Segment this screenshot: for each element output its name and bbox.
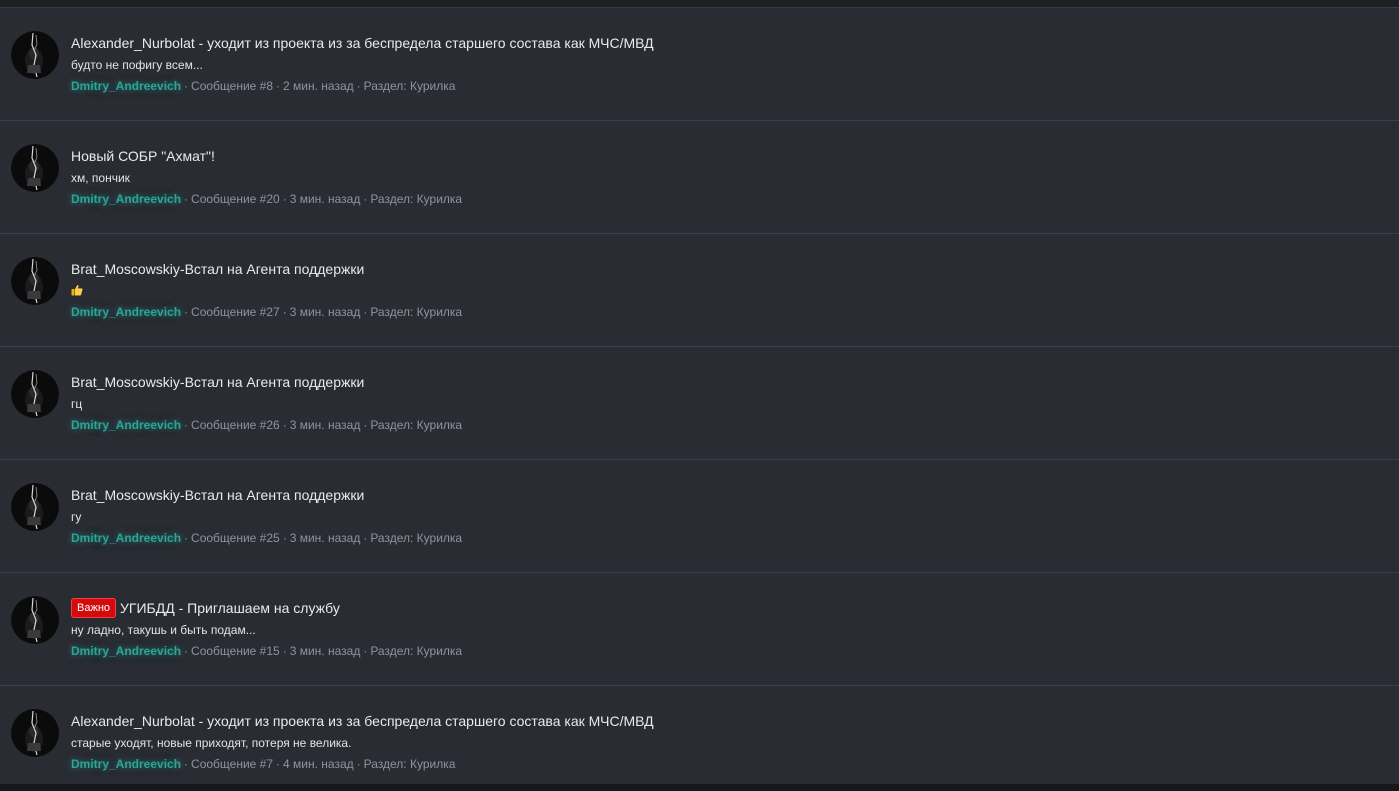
section-link[interactable]: Раздел: Курилка xyxy=(364,79,456,93)
timestamp: 4 мин. назад xyxy=(283,757,354,771)
author-link[interactable]: Dmitry_Andreevich xyxy=(71,757,181,771)
meta-separator: · xyxy=(184,192,189,206)
thread-title[interactable]: Brat_Moscowskiy-Встал на Агента поддержк… xyxy=(71,374,364,390)
message-snippet: хм, пончик xyxy=(71,171,130,185)
section-link[interactable]: Раздел: Курилка xyxy=(370,305,462,319)
meta-separator: · xyxy=(184,418,189,432)
message-snippet: гц xyxy=(71,397,83,411)
message-link[interactable]: Сообщение #8 xyxy=(191,79,273,93)
meta-separator: · xyxy=(356,79,361,93)
timestamp: 3 мин. назад xyxy=(289,531,361,545)
feed-item: Brat_Moscowskiy-Встал на Агента поддержк… xyxy=(0,460,1399,573)
meta-separator: · xyxy=(282,192,287,206)
meta-separator: · xyxy=(282,418,287,432)
author-link[interactable]: Dmitry_Andreevich xyxy=(71,644,181,658)
message-snippet: ну ладно, такушь и быть подам... xyxy=(71,623,256,637)
author-link[interactable]: Dmitry_Andreevich xyxy=(71,418,181,432)
meta-separator: · xyxy=(184,531,189,545)
meta-separator: · xyxy=(276,757,281,771)
meta-separator: · xyxy=(363,305,368,319)
timestamp: 3 мин. назад xyxy=(289,192,361,206)
avatar[interactable] xyxy=(11,31,59,79)
feed-item: Alexander_Nurbolat - уходит из проекта и… xyxy=(0,686,1399,791)
thread-title[interactable]: Brat_Moscowskiy-Встал на Агента поддержк… xyxy=(71,487,364,503)
feed-item: Важно УГИБДД - Приглашаем на службу ну ла… xyxy=(0,573,1399,686)
important-badge: Важно xyxy=(71,598,117,618)
meta-separator: · xyxy=(363,531,368,545)
meta-separator: · xyxy=(363,192,368,206)
post-meta: Dmitry_Andreevich · Сообщение #27 · 3 мин. н… xyxy=(71,304,1379,321)
thread-title[interactable]: Brat_Moscowskiy-Встал на Агента поддержк… xyxy=(71,261,364,277)
meta-separator: · xyxy=(184,79,189,93)
avatar[interactable] xyxy=(11,144,59,192)
feed-item: Alexander_Nurbolat - уходит из проекта и… xyxy=(0,8,1399,121)
section-link[interactable]: Раздел: Курилка xyxy=(370,531,462,545)
meta-separator: · xyxy=(363,644,368,658)
post-meta: Dmitry_Andreevich · Сообщение #26 · 3 мин. н… xyxy=(71,417,1379,434)
avatar[interactable] xyxy=(11,370,59,418)
message-link[interactable]: Сообщение #15 xyxy=(191,644,280,658)
activity-feed: Alexander_Nurbolat - уходит из проекта и… xyxy=(0,8,1399,784)
timestamp: 3 мин. назад xyxy=(289,418,361,432)
message-link[interactable]: Сообщение #7 xyxy=(191,757,273,771)
message-link[interactable]: Сообщение #20 xyxy=(191,192,280,206)
bottom-divider xyxy=(0,784,1399,791)
meta-separator: · xyxy=(184,644,189,658)
avatar[interactable] xyxy=(11,709,59,757)
thread-title[interactable]: Новый СОБР "Ахмат"! xyxy=(71,148,215,164)
section-link[interactable]: Раздел: Курилка xyxy=(364,757,456,771)
avatar[interactable] xyxy=(11,483,59,531)
post-meta: Dmitry_Andreevich · Сообщение #25 · 3 мин. н… xyxy=(71,530,1379,547)
meta-separator: · xyxy=(282,531,287,545)
post-meta: Dmitry_Andreevich · Сообщение #20 · 3 мин. н… xyxy=(71,191,1379,208)
thumbs-up-icon xyxy=(71,284,83,296)
avatar[interactable] xyxy=(11,257,59,305)
avatar[interactable] xyxy=(11,596,59,644)
thread-title[interactable]: Alexander_Nurbolat - уходит из проекта и… xyxy=(71,35,654,51)
meta-separator: · xyxy=(356,757,361,771)
meta-separator: · xyxy=(363,418,368,432)
feed-item: Brat_Moscowskiy-Встал на Агента поддержк… xyxy=(0,234,1399,347)
message-snippet: старые уходят, новые приходят, потеря не… xyxy=(71,736,352,750)
top-divider xyxy=(0,0,1399,8)
post-meta: Dmitry_Andreevich · Сообщение #15 · 3 мин. н… xyxy=(71,643,1379,660)
author-link[interactable]: Dmitry_Andreevich xyxy=(71,531,181,545)
message-snippet: гу xyxy=(71,510,82,524)
meta-separator: · xyxy=(184,305,189,319)
timestamp: 3 мин. назад xyxy=(289,305,361,319)
message-link[interactable]: Сообщение #25 xyxy=(191,531,280,545)
message-link[interactable]: Сообщение #27 xyxy=(191,305,280,319)
thread-title[interactable]: УГИБДД - Приглашаем на службу xyxy=(120,600,340,616)
meta-separator: · xyxy=(282,644,287,658)
thread-title[interactable]: Alexander_Nurbolat - уходит из проекта и… xyxy=(71,713,654,729)
section-link[interactable]: Раздел: Курилка xyxy=(370,192,462,206)
message-link[interactable]: Сообщение #26 xyxy=(191,418,280,432)
post-meta: Dmitry_Andreevich · Сообщение #7 · 4 мин. на… xyxy=(71,756,1379,773)
message-snippet xyxy=(71,283,1379,300)
meta-separator: · xyxy=(184,757,189,771)
timestamp: 2 мин. назад xyxy=(283,79,354,93)
feed-item: Новый СОБР "Ахмат"! хм, пончик Dmitry_An… xyxy=(0,121,1399,234)
author-link[interactable]: Dmitry_Andreevich xyxy=(71,192,181,206)
timestamp: 3 мин. назад xyxy=(289,644,361,658)
meta-separator: · xyxy=(276,79,281,93)
message-snippet: будто не пофигу всем... xyxy=(71,58,203,72)
section-link[interactable]: Раздел: Курилка xyxy=(370,418,462,432)
feed-item: Brat_Moscowskiy-Встал на Агента поддержк… xyxy=(0,347,1399,460)
meta-separator: · xyxy=(282,305,287,319)
section-link[interactable]: Раздел: Курилка xyxy=(370,644,462,658)
author-link[interactable]: Dmitry_Andreevich xyxy=(71,79,181,93)
author-link[interactable]: Dmitry_Andreevich xyxy=(71,305,181,319)
post-meta: Dmitry_Andreevich · Сообщение #8 · 2 мин. на… xyxy=(71,78,1379,95)
